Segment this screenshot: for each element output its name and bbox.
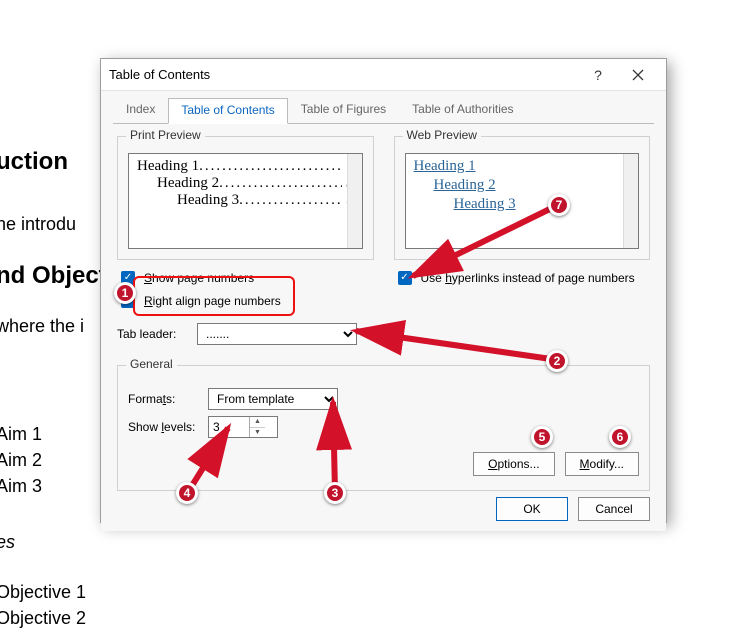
show-levels-label: Show levels:	[128, 420, 198, 434]
bg-heading: uction	[0, 148, 68, 176]
show-levels-input[interactable]	[209, 417, 249, 437]
ppv-heading: Heading 1	[137, 158, 199, 175]
annotation-marker: 4	[176, 482, 198, 504]
annotation-marker: 5	[531, 426, 553, 448]
ok-button[interactable]: OK	[496, 497, 568, 521]
ppv-heading: Heading 3	[177, 192, 239, 209]
print-preview-group: Print Preview Heading 1 ................…	[117, 136, 374, 260]
bg-paragraph: he introdu	[0, 214, 76, 235]
help-button[interactable]: ?	[578, 60, 618, 90]
stepper-arrows[interactable]: ▲▼	[249, 417, 265, 437]
toc-dialog: Table of Contents ? Index Table of Conte…	[100, 58, 667, 523]
wpv-link: Heading 2	[434, 177, 496, 194]
web-preview-box: Heading 1 Heading 2 Heading 3	[405, 153, 640, 249]
tab-toc[interactable]: Table of Contents	[168, 98, 287, 124]
scrollbar[interactable]	[347, 154, 362, 248]
scrollbar[interactable]	[623, 154, 638, 248]
modify-button[interactable]: Modify...	[565, 452, 639, 476]
show-page-numbers-label: SShow page numbershow page numbers	[144, 271, 254, 285]
bg-aim: Aim 2	[0, 450, 42, 471]
web-preview-legend: Web Preview	[403, 128, 481, 142]
tab-authorities[interactable]: Table of Authorities	[399, 97, 526, 123]
wpv-link: Heading 3	[454, 196, 516, 213]
cancel-button[interactable]: Cancel	[578, 497, 650, 521]
bg-objective: Objective 1	[0, 582, 86, 603]
bg-heading: nd Object	[0, 262, 107, 290]
tab-strip: Index Table of Contents Table of Figures…	[101, 91, 666, 123]
formats-select[interactable]: From template	[208, 388, 338, 410]
general-legend: General	[126, 357, 177, 371]
tab-figures[interactable]: Table of Figures	[288, 97, 399, 123]
dialog-title: Table of Contents	[109, 67, 578, 82]
titlebar: Table of Contents ?	[101, 59, 666, 91]
annotation-marker: 3	[324, 482, 346, 504]
wpv-link: Heading 1	[414, 158, 476, 175]
print-preview-box: Heading 1 .......................... 1 H…	[128, 153, 363, 249]
web-preview-group: Web Preview Heading 1 Heading 2 Heading …	[394, 136, 651, 260]
bg-aim: Aim 1	[0, 424, 42, 445]
bg-objective: Objective 2	[0, 608, 86, 629]
ppv-leader: ..........................	[199, 158, 342, 175]
show-levels-stepper[interactable]: ▲▼	[208, 416, 278, 438]
use-hyperlinks-label: Use hyperlinks instead of page numbers	[421, 271, 635, 285]
ppv-leader: ..........................	[239, 192, 342, 209]
close-icon	[632, 69, 644, 81]
options-button[interactable]: Options...	[473, 452, 554, 476]
use-hyperlinks-checkbox[interactable]	[398, 271, 412, 285]
general-group: General Formats: From template Show leve…	[117, 365, 650, 491]
bg-paragraph: where the i	[0, 316, 84, 337]
close-button[interactable]	[618, 60, 658, 90]
print-preview-legend: Print Preview	[126, 128, 205, 142]
tab-leader-label: Tab leader:	[117, 327, 187, 341]
bg-italic: es	[0, 532, 15, 553]
tab-leader-select[interactable]: .......	[197, 323, 357, 345]
formats-label: Formats:	[128, 392, 198, 406]
ppv-leader: ..........................	[219, 175, 342, 192]
ppv-heading: Heading 2	[157, 175, 219, 192]
annotation-marker: 7	[548, 194, 570, 216]
annotation-marker: 6	[609, 426, 631, 448]
tab-index[interactable]: Index	[113, 97, 168, 123]
annotation-marker: 1	[114, 282, 136, 304]
right-align-label: Right align page numbers	[144, 294, 281, 308]
annotation-marker: 2	[546, 350, 568, 372]
bg-aim: Aim 3	[0, 476, 42, 497]
